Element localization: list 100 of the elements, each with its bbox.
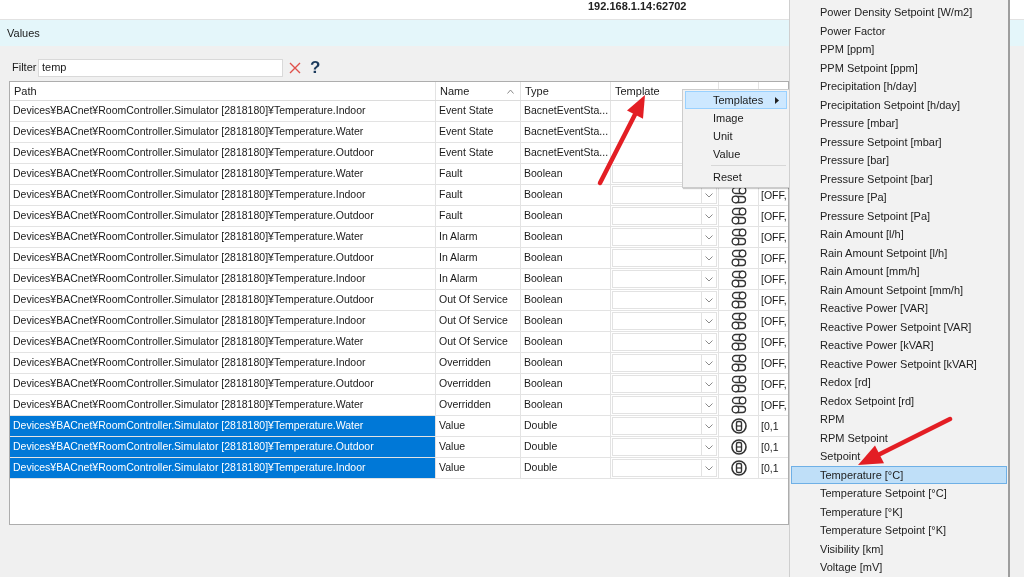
template-dropdown[interactable] bbox=[612, 312, 717, 330]
menu-item[interactable]: Value bbox=[685, 145, 787, 163]
digit-dial-icon bbox=[730, 439, 747, 455]
table-cell: BacnetEventSta... bbox=[521, 143, 611, 163]
template-dropdown[interactable] bbox=[612, 270, 717, 288]
menu-item[interactable]: Rain Amount Setpoint [l/h] bbox=[791, 243, 1007, 262]
template-dropdown[interactable] bbox=[612, 291, 717, 309]
digit-dial-icon bbox=[730, 460, 747, 476]
menu-item[interactable]: Reactive Power [VAR] bbox=[791, 299, 1007, 318]
table-cell: Boolean bbox=[521, 374, 611, 394]
menu-item[interactable]: Power Density Setpoint [W/m2] bbox=[791, 3, 1007, 22]
table-cell: Boolean bbox=[521, 311, 611, 331]
column-header[interactable]: Type bbox=[521, 82, 611, 100]
menu-item[interactable]: RPM Setpoint bbox=[791, 428, 1007, 447]
menu-item[interactable]: Temperature [°C] bbox=[791, 465, 1007, 484]
template-dropdown[interactable] bbox=[612, 207, 717, 225]
menu-item[interactable]: Precipitation [h/day] bbox=[791, 77, 1007, 96]
menu-item[interactable]: PPM [ppm] bbox=[791, 40, 1007, 59]
chevron-down-icon bbox=[705, 318, 713, 324]
table-cell: Double bbox=[521, 458, 611, 478]
table-cell: Devices¥BACnet¥RoomController.Simulator [2818180]¥Temperature.Water bbox=[10, 164, 436, 184]
toggle-switches-icon bbox=[729, 354, 748, 372]
menu-item[interactable]: Temperature Setpoint [°K] bbox=[791, 521, 1007, 540]
column-header[interactable]: Name bbox=[436, 82, 521, 100]
menu-item[interactable]: Temperature [°K] bbox=[791, 502, 1007, 521]
table-cell: [OFF, bbox=[761, 336, 787, 348]
menu-item[interactable]: Temperature Setpoint [°C] bbox=[791, 484, 1007, 503]
menu-item[interactable]: Reset bbox=[685, 168, 787, 186]
menu-item[interactable]: Pressure Setpoint [Pa] bbox=[791, 206, 1007, 225]
menu-item[interactable]: Rain Amount [l/h] bbox=[791, 225, 1007, 244]
chevron-down-icon bbox=[705, 276, 713, 282]
table-cell: Devices¥BACnet¥RoomController.Simulator [2818180]¥Temperature.Outdoor bbox=[10, 374, 436, 394]
menu-item[interactable]: Image bbox=[685, 109, 787, 127]
toggle-switches-icon bbox=[729, 270, 748, 288]
menu-item[interactable]: RPM bbox=[791, 410, 1007, 429]
filter-field[interactable]: temp bbox=[38, 58, 283, 77]
table-cell: Event State bbox=[436, 101, 521, 121]
panel-title: Values bbox=[7, 26, 40, 40]
table-cell: Devices¥BACnet¥RoomController.Simulator [2818180]¥Temperature.Indoor bbox=[10, 311, 436, 331]
menu-item[interactable]: Redox Setpoint [rd] bbox=[791, 391, 1007, 410]
table-cell: [OFF, bbox=[761, 252, 787, 264]
clear-icon[interactable] bbox=[289, 61, 301, 74]
table-cell: [OFF, bbox=[761, 378, 787, 390]
digit-dial-icon bbox=[730, 418, 747, 434]
menu-item[interactable]: Redox [rd] bbox=[791, 373, 1007, 392]
chevron-down-icon bbox=[705, 360, 713, 366]
menu-item[interactable]: Setpoint bbox=[791, 447, 1007, 466]
menu-item[interactable]: Rain Amount [mm/h] bbox=[791, 262, 1007, 281]
menu-item[interactable]: Pressure [Pa] bbox=[791, 188, 1007, 207]
column-header[interactable]: Path bbox=[10, 82, 436, 100]
table-cell: Out Of Service bbox=[436, 290, 521, 310]
table-cell: Devices¥BACnet¥RoomController.Simulator [2818180]¥Temperature.Water bbox=[10, 395, 436, 415]
template-dropdown[interactable] bbox=[612, 375, 717, 393]
chevron-down-icon bbox=[705, 423, 713, 429]
menu-item[interactable]: Pressure Setpoint [bar] bbox=[791, 169, 1007, 188]
table-cell: Overridden bbox=[436, 353, 521, 373]
table-cell: Devices¥BACnet¥RoomController.Simulator [2818180]¥Temperature.Outdoor bbox=[10, 206, 436, 226]
chevron-down-icon bbox=[705, 297, 713, 303]
menu-item[interactable]: Visibility [km] bbox=[791, 539, 1007, 558]
template-dropdown[interactable] bbox=[612, 333, 717, 351]
menu-item[interactable]: Voltage [mV] bbox=[791, 558, 1007, 577]
table-cell: Event State bbox=[436, 122, 521, 142]
menu-item[interactable]: Pressure [bar] bbox=[791, 151, 1007, 170]
menu-item[interactable]: PPM Setpoint [ppm] bbox=[791, 58, 1007, 77]
table-cell: Boolean bbox=[521, 164, 611, 184]
table-cell: Boolean bbox=[521, 353, 611, 373]
menu-item[interactable]: Templates bbox=[685, 91, 787, 109]
table-cell: [0,1 bbox=[761, 441, 779, 453]
menu-item[interactable]: Pressure Setpoint [mbar] bbox=[791, 132, 1007, 151]
chevron-down-icon bbox=[705, 255, 713, 261]
template-dropdown[interactable] bbox=[612, 417, 717, 435]
table-cell: [OFF, bbox=[761, 231, 787, 243]
table-cell: Fault bbox=[436, 164, 521, 184]
template-dropdown[interactable] bbox=[612, 249, 717, 267]
table-cell: In Alarm bbox=[436, 227, 521, 247]
template-dropdown[interactable] bbox=[612, 354, 717, 372]
menu-item[interactable]: Reactive Power [kVAR] bbox=[791, 336, 1007, 355]
table-cell: Overridden bbox=[436, 374, 521, 394]
table-cell: Double bbox=[521, 416, 611, 436]
template-dropdown[interactable] bbox=[612, 459, 717, 477]
menu-item[interactable]: Reactive Power Setpoint [kVAR] bbox=[791, 354, 1007, 373]
template-dropdown[interactable] bbox=[612, 438, 717, 456]
table-cell: Out Of Service bbox=[436, 332, 521, 352]
menu-item[interactable]: Precipitation Setpoint [h/day] bbox=[791, 95, 1007, 114]
toggle-switches-icon bbox=[729, 207, 748, 225]
table-cell: Devices¥BACnet¥RoomController.Simulator [2818180]¥Temperature.Indoor bbox=[10, 353, 436, 373]
template-dropdown[interactable] bbox=[612, 228, 717, 246]
chevron-down-icon bbox=[705, 192, 713, 198]
template-dropdown[interactable] bbox=[612, 396, 717, 414]
menu-item[interactable]: Unit bbox=[685, 127, 787, 145]
menu-item[interactable]: Rain Amount Setpoint [mm/h] bbox=[791, 280, 1007, 299]
menu-item[interactable]: Reactive Power Setpoint [VAR] bbox=[791, 317, 1007, 336]
help-button[interactable]: ? bbox=[310, 58, 321, 77]
template-dropdown[interactable] bbox=[612, 186, 717, 204]
menu-item[interactable]: Power Factor bbox=[791, 21, 1007, 40]
menu-item[interactable]: Pressure [mbar] bbox=[791, 114, 1007, 133]
table-cell: Boolean bbox=[521, 290, 611, 310]
chevron-down-icon bbox=[705, 444, 713, 450]
toggle-switches-icon bbox=[729, 375, 748, 393]
window-title: 192.168.1.14:62702 bbox=[588, 0, 687, 12]
